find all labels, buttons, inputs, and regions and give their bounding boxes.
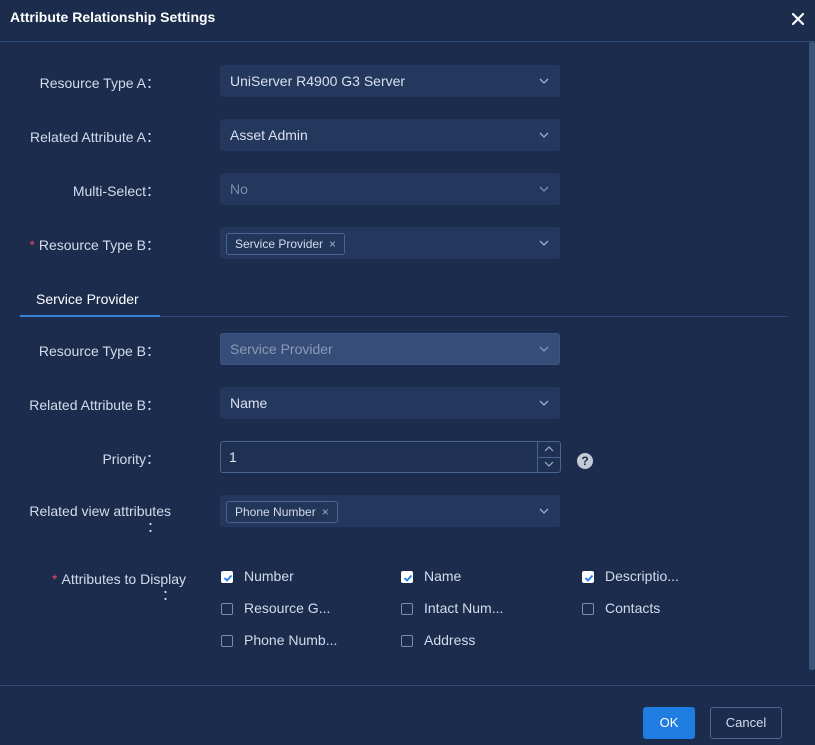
chevron-down-icon (539, 78, 549, 84)
chevron-down-icon (539, 186, 549, 192)
chevron-down-icon (539, 132, 549, 138)
checkbox-box[interactable] (401, 635, 413, 647)
tab-resource-type-b-row: Resource Type B： Service Provider (0, 333, 800, 367)
resource-type-b-tag: Service Provider × (226, 233, 346, 255)
related-attribute-a-value: Asset Admin (230, 127, 308, 143)
related-attribute-a-select[interactable]: Asset Admin (220, 119, 560, 151)
checkbox-box[interactable] (401, 571, 413, 583)
related-attribute-b-select[interactable]: Name (220, 387, 560, 419)
multi-select-value: No (230, 181, 248, 197)
related-attribute-a-label: Related Attribute A： (30, 129, 160, 145)
related-attribute-a-row: Related Attribute A： Asset Admin (0, 119, 800, 153)
resource-type-a-row: Resource Type A： UniServer R4900 G3 Serv… (0, 65, 800, 99)
checkbox-label: Intact Num... (424, 600, 504, 616)
resource-type-b-row: * Resource Type B： Service Provider × (0, 227, 800, 261)
stepper-buttons (537, 442, 560, 472)
tab-bar: Service Provider (20, 283, 788, 317)
tab-resource-type-b-label: Resource Type B： (38, 343, 160, 359)
related-view-attributes-label-text: Related view attributes (29, 503, 171, 519)
label-colon: ： (147, 519, 161, 535)
related-view-attributes-row: Related view attributes ： Phone Number × (0, 495, 800, 535)
tab-label: Service Provider (36, 291, 139, 307)
tag-remove-icon[interactable]: × (322, 502, 329, 522)
checkbox-box[interactable] (401, 603, 413, 615)
multi-select-row: Multi-Select： No (0, 173, 800, 207)
resource-type-a-value: UniServer R4900 G3 Server (230, 73, 406, 89)
resource-type-b-select[interactable]: Service Provider × (220, 227, 560, 259)
related-attribute-b-row: Related Attribute B： Name (0, 387, 800, 421)
close-icon[interactable] (791, 12, 809, 30)
related-attribute-b-value: Name (230, 395, 268, 411)
dialog-footer: OK Cancel (0, 685, 815, 745)
checkbox-label: Number (244, 568, 294, 584)
dialog-title: Attribute Relationship Settings (10, 9, 216, 25)
checkbox-box[interactable] (582, 571, 594, 583)
stepper-up-icon[interactable] (538, 442, 560, 458)
cancel-button[interactable]: Cancel (710, 707, 782, 739)
priority-label: Priority： (102, 451, 160, 467)
attributes-to-display-label-text: Attributes to Display (61, 571, 187, 587)
priority-row: Priority： (0, 441, 800, 475)
related-attribute-b-label: Related Attribute B： (29, 397, 160, 413)
related-view-attributes-select[interactable]: Phone Number × (220, 495, 560, 527)
chevron-down-icon (539, 400, 549, 406)
priority-input[interactable] (221, 442, 537, 472)
resource-type-a-label: Resource Type A： (39, 75, 160, 91)
priority-stepper[interactable] (220, 441, 561, 473)
checkbox-label: Address (424, 632, 476, 648)
multi-select-select: No (220, 173, 560, 205)
checkbox-label: Name (424, 568, 462, 584)
checkbox-box[interactable] (221, 635, 233, 647)
scrollbar[interactable] (809, 42, 815, 670)
checkbox-box[interactable] (221, 603, 233, 615)
tab-resource-type-b-value: Service Provider (230, 341, 333, 357)
tag-remove-icon[interactable]: × (329, 234, 336, 254)
checkbox-box[interactable] (582, 603, 594, 615)
tag-label: Service Provider (235, 237, 324, 251)
tab-resource-type-b-select: Service Provider (220, 333, 560, 365)
multi-select-label: Multi-Select： (72, 183, 160, 199)
help-icon[interactable]: ? (577, 453, 593, 469)
checkbox-label: Resource G... (244, 600, 331, 616)
attributes-to-display-label: * Attributes to Display ： (6, 571, 186, 603)
stepper-down-icon[interactable] (538, 457, 560, 472)
checkbox-label: Descriptio... (605, 568, 679, 584)
label-colon: ： (162, 587, 176, 603)
related-view-attributes-tag: Phone Number × (226, 501, 338, 523)
chevron-down-icon (539, 240, 549, 246)
related-view-attributes-label: Related view attributes ： (0, 503, 171, 535)
resource-type-a-select[interactable]: UniServer R4900 G3 Server (220, 65, 560, 97)
tag-label: Phone Number (235, 505, 316, 519)
checkbox-label: Contacts (605, 600, 661, 616)
resource-type-b-label-text: Resource Type B： (38, 237, 160, 253)
ok-button[interactable]: OK (643, 707, 695, 739)
tab-service-provider[interactable]: Service Provider (20, 283, 160, 317)
chevron-down-icon (539, 508, 549, 514)
chevron-down-icon (539, 346, 549, 352)
dialog-header: Attribute Relationship Settings (0, 0, 815, 42)
resource-type-b-label: * Resource Type B： (29, 235, 160, 255)
required-mark: * (29, 237, 35, 253)
checkbox-label: Phone Numb... (244, 632, 338, 648)
required-mark: * (52, 571, 58, 587)
checkbox-box[interactable] (221, 571, 233, 583)
